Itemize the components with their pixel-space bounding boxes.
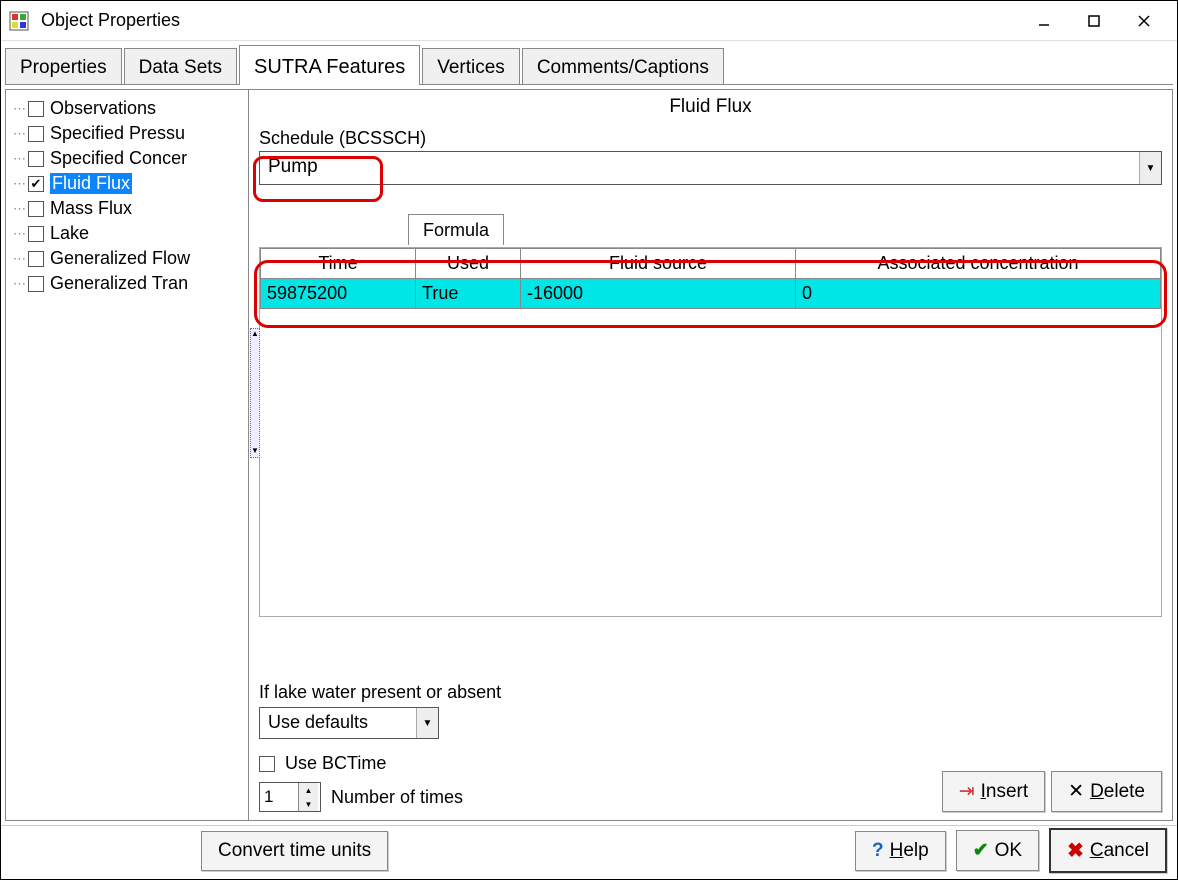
tree-label: Specified Concer — [50, 148, 187, 169]
scrollbar[interactable]: ▲ ▼ — [250, 328, 260, 458]
tree-item-specified-pressure[interactable]: ⋯ Specified Pressu — [6, 121, 248, 146]
help-icon: ? — [872, 840, 884, 862]
tree-label: Generalized Flow — [50, 248, 190, 269]
checkbox-icon[interactable]: ✔ — [28, 176, 44, 192]
col-time[interactable]: Time — [261, 249, 416, 279]
cancel-button[interactable]: ✖ Cancel — [1049, 828, 1167, 873]
spin-up-icon[interactable]: ▲ — [299, 783, 318, 797]
checkbox-icon[interactable] — [28, 226, 44, 242]
tab-comments-captions[interactable]: Comments/Captions — [522, 48, 724, 85]
use-bctime-label: Use BCTime — [285, 753, 386, 774]
tree-item-observations[interactable]: ⋯ Observations — [6, 96, 248, 121]
tab-vertices[interactable]: Vertices — [422, 48, 520, 85]
checkbox-icon[interactable] — [28, 276, 44, 292]
cell-used[interactable]: True — [416, 279, 521, 309]
tree-item-lake[interactable]: ⋯ Lake — [6, 221, 248, 246]
feature-tree: ⋯ Observations ⋯ Specified Pressu ⋯ Spec… — [5, 89, 249, 821]
delete-icon: ✕ — [1068, 780, 1084, 803]
insert-button[interactable]: ⇥ Insert — [942, 771, 1045, 812]
tab-properties[interactable]: Properties — [5, 48, 122, 85]
tree-item-generalized-flow[interactable]: ⋯ Generalized Flow — [6, 246, 248, 271]
tree-label: Lake — [50, 223, 89, 244]
checkbox-icon[interactable] — [28, 126, 44, 142]
tab-formula[interactable]: Formula — [408, 214, 504, 245]
cancel-icon: ✖ — [1067, 838, 1084, 863]
tree-branch-icon: ⋯ — [10, 201, 28, 217]
table-row[interactable]: 59875200 True -16000 0 — [261, 279, 1161, 309]
schedule-label: Schedule (BCSSCH) — [259, 128, 1162, 149]
schedule-combo[interactable]: Pump ▼ — [259, 151, 1162, 185]
tree-branch-icon: ⋯ — [10, 176, 28, 192]
col-used[interactable]: Used — [416, 249, 521, 279]
fluid-flux-panel: Fluid Flux Schedule (BCSSCH) Pump ▼ Form… — [249, 89, 1173, 821]
tree-branch-icon: ⋯ — [10, 226, 28, 242]
bottom-bar: Convert time units ? Help ✔ OK ✖ Cancel — [1, 825, 1177, 875]
convert-time-units-button[interactable]: Convert time units — [201, 831, 388, 871]
scroll-down-icon[interactable]: ▼ — [251, 446, 259, 455]
checkbox-icon[interactable] — [28, 251, 44, 267]
spin-down-icon[interactable]: ▼ — [299, 797, 318, 811]
tree-item-specified-concentration[interactable]: ⋯ Specified Concer — [6, 146, 248, 171]
dropdown-icon[interactable]: ▼ — [1139, 152, 1161, 184]
cell-fluid-source[interactable]: -16000 — [521, 279, 796, 309]
close-button[interactable] — [1119, 3, 1169, 39]
tree-branch-icon: ⋯ — [10, 101, 28, 117]
formula-area: Formula Time Used Fluid source Associate… — [259, 247, 1162, 617]
checkbox-icon[interactable] — [28, 101, 44, 117]
cell-time[interactable]: 59875200 — [261, 279, 416, 309]
checkbox-icon[interactable] — [28, 151, 44, 167]
check-icon: ✔ — [973, 839, 989, 862]
delete-button[interactable]: ✕ Delete — [1051, 771, 1162, 812]
lake-value: Use defaults — [260, 708, 416, 738]
number-of-times-input[interactable] — [260, 783, 298, 811]
dropdown-icon[interactable]: ▼ — [416, 708, 438, 738]
panel-title: Fluid Flux — [259, 96, 1162, 118]
tree-item-fluid-flux[interactable]: ⋯ ✔ Fluid Flux — [6, 171, 248, 196]
tree-label: Mass Flux — [50, 198, 132, 219]
insert-icon: ⇥ — [959, 780, 975, 803]
help-button[interactable]: ? Help — [855, 831, 946, 871]
tree-branch-icon: ⋯ — [10, 276, 28, 292]
titlebar: Object Properties — [1, 1, 1177, 41]
table-header-row: Time Used Fluid source Associated concen… — [261, 249, 1161, 279]
tree-label: Fluid Flux — [50, 173, 132, 194]
scroll-up-icon[interactable]: ▲ — [251, 329, 259, 338]
tree-branch-icon: ⋯ — [10, 251, 28, 267]
schedule-table: Time Used Fluid source Associated concen… — [260, 248, 1161, 309]
col-fluid-source[interactable]: Fluid source — [521, 249, 796, 279]
app-icon — [9, 11, 29, 31]
tree-branch-icon: ⋯ — [10, 151, 28, 167]
lake-combo[interactable]: Use defaults ▼ — [259, 707, 439, 739]
checkbox-icon[interactable] — [28, 201, 44, 217]
use-bctime-checkbox[interactable] — [259, 756, 275, 772]
lake-label: If lake water present or absent — [259, 682, 1162, 703]
ok-label: OK — [995, 840, 1022, 862]
tree-item-mass-flux[interactable]: ⋯ Mass Flux — [6, 196, 248, 221]
schedule-value: Pump — [260, 152, 1139, 184]
tab-sutra-features[interactable]: SUTRA Features — [239, 45, 420, 85]
tabs: Properties Data Sets SUTRA Features Vert… — [1, 41, 1177, 85]
minimize-button[interactable] — [1019, 3, 1069, 39]
ok-button[interactable]: ✔ OK — [956, 830, 1039, 871]
tree-label: Generalized Tran — [50, 273, 188, 294]
tree-label: Specified Pressu — [50, 123, 185, 144]
tab-data-sets[interactable]: Data Sets — [124, 48, 237, 85]
number-of-times-spinner[interactable]: ▲ ▼ — [259, 782, 321, 812]
col-associated-concentration[interactable]: Associated concentration — [796, 249, 1161, 279]
maximize-button[interactable] — [1069, 3, 1119, 39]
tree-item-generalized-transport[interactable]: ⋯ Generalized Tran — [6, 271, 248, 296]
number-of-times-label: Number of times — [331, 787, 463, 808]
window-title: Object Properties — [41, 10, 180, 31]
tree-label: Observations — [50, 98, 156, 119]
tree-branch-icon: ⋯ — [10, 126, 28, 142]
cell-associated-concentration[interactable]: 0 — [796, 279, 1161, 309]
